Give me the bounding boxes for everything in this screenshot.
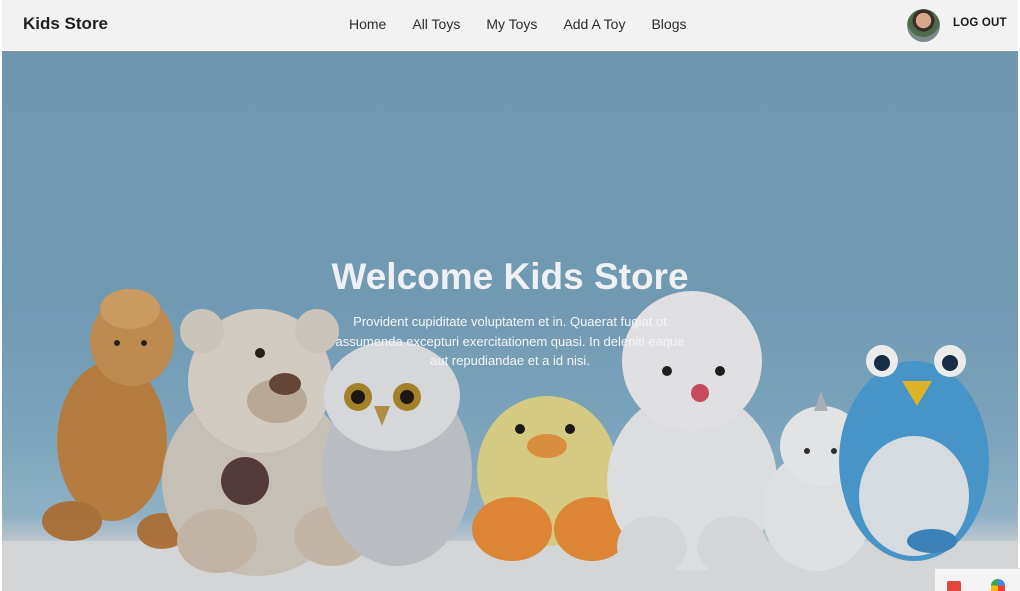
user-avatar[interactable] bbox=[907, 9, 940, 42]
nav-link-home[interactable]: Home bbox=[349, 16, 386, 32]
nav-link-all-toys[interactable]: All Toys bbox=[412, 16, 460, 32]
logout-button[interactable]: LOG OUT bbox=[953, 17, 1007, 29]
brand-logo[interactable]: Kids Store bbox=[23, 14, 108, 34]
navbar: Kids Store Home All Toys My Toys Add A T… bbox=[2, 0, 1018, 50]
extension-icon[interactable] bbox=[947, 581, 961, 591]
nav-link-add-a-toy[interactable]: Add A Toy bbox=[563, 16, 625, 32]
main-nav: Home All Toys My Toys Add A Toy Blogs bbox=[349, 16, 712, 32]
hero-banner: Welcome Kids Store Provident cupiditate … bbox=[2, 51, 1018, 591]
nav-link-blogs[interactable]: Blogs bbox=[651, 16, 686, 32]
extension-icon[interactable] bbox=[991, 579, 1005, 591]
hero-description: Provident cupiditate voluptatem et in. Q… bbox=[335, 314, 685, 368]
extension-tray bbox=[935, 568, 1020, 591]
nav-link-my-toys[interactable]: My Toys bbox=[486, 16, 537, 32]
hero-title: Welcome Kids Store bbox=[331, 256, 689, 297]
